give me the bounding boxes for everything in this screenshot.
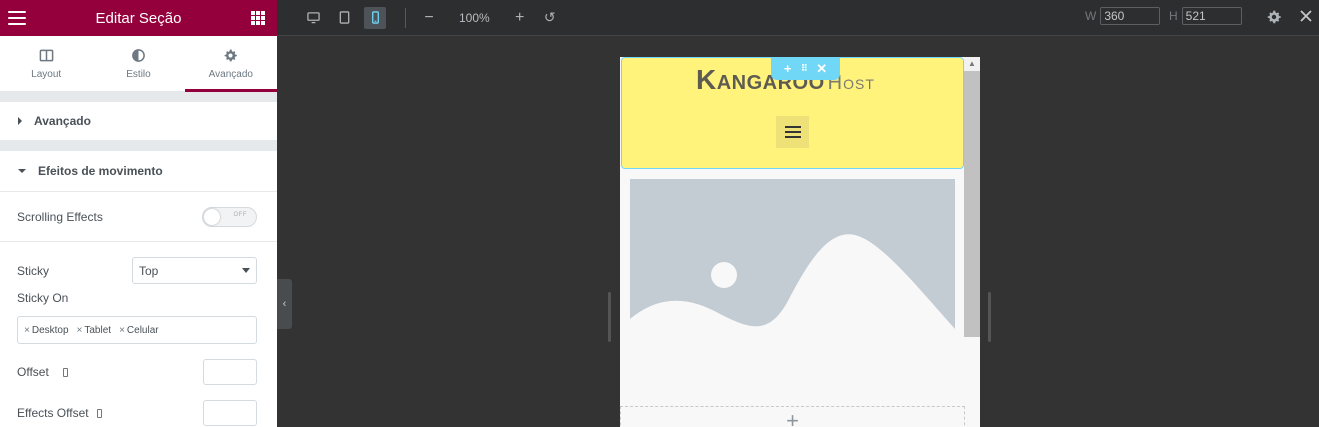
delete-section-icon[interactable]: ✕ [816, 61, 827, 77]
reset-zoom-icon[interactable]: ↺ [542, 9, 558, 26]
gear-icon [224, 48, 238, 61]
tab-layout[interactable]: Layout [0, 36, 92, 91]
height-field: H 521 [1169, 7, 1242, 25]
toolbar-divider [405, 7, 406, 28]
sticky-on-multiselect[interactable]: × Desktop × Tablet × Celular [17, 316, 257, 344]
chevron-down-icon [242, 268, 250, 273]
scrolling-effects-toggle[interactable]: OFF [202, 206, 257, 227]
top-bar: − 100% + ↺ W 360 H 521 [277, 0, 1319, 36]
effects-offset-input[interactable] [203, 400, 257, 426]
hamburger-line [784, 126, 801, 128]
section-advanced[interactable]: Avançado [0, 102, 277, 140]
tab-layout-label: Layout [31, 68, 62, 80]
height-label: H [1169, 9, 1178, 23]
add-section-area[interactable]: + [620, 406, 965, 427]
hamburger-line [784, 136, 801, 138]
zoom-out-icon[interactable]: − [421, 9, 437, 27]
offset-input[interactable] [203, 359, 257, 385]
nav-menu-toggle[interactable] [776, 116, 809, 148]
height-input[interactable]: 521 [1181, 7, 1242, 25]
widgets-grid-icon[interactable] [250, 11, 265, 25]
sticky-value: Top [139, 263, 159, 278]
resize-handle-right[interactable] [988, 292, 991, 342]
panel-tabs: Layout Estilo Avançado [0, 36, 277, 92]
panel-title: Editar Seção [95, 9, 182, 27]
section-motion-label: Efeitos de movimento [38, 164, 163, 178]
tab-style[interactable]: Estilo [92, 36, 184, 91]
effects-offset-label: Effects Offset [17, 406, 89, 420]
panel-header: Editar Seção [0, 0, 277, 36]
toggle-state: OFF [233, 211, 247, 218]
tab-advanced[interactable]: Avançado [184, 36, 277, 92]
image-placeholder-icon [630, 234, 955, 369]
chevron-left-icon: ‹ [282, 298, 287, 310]
width-label: W [1085, 9, 1097, 23]
hamburger-line [784, 131, 801, 133]
offset-label: Offset [17, 365, 49, 379]
scrolling-effects-label: Scrolling Effects [17, 209, 103, 224]
remove-icon[interactable]: × [77, 325, 83, 336]
mobile-device-icon [96, 409, 102, 418]
sticky-select[interactable]: Top [132, 257, 257, 284]
tab-style-label: Estilo [126, 68, 151, 80]
effects-offset-control: Effects Offset [0, 400, 277, 426]
image-placeholder[interactable] [630, 179, 955, 369]
chip-mobile[interactable]: × Celular [119, 325, 159, 336]
sticky-on-label: Sticky On [17, 291, 69, 305]
editor-panel: Editar Seção Layout Estilo Avançado Avan… [0, 0, 277, 427]
desktop-icon [306, 12, 320, 24]
remove-icon[interactable]: × [119, 325, 125, 336]
tab-advanced-label: Avançado [208, 68, 253, 80]
chip-label: Desktop [31, 324, 69, 336]
columns-icon [39, 49, 53, 61]
device-mobile-button[interactable] [364, 6, 386, 29]
zoom-level: 100% [459, 10, 490, 25]
section-advanced-label: Avançado [34, 114, 91, 128]
width-input[interactable]: 360 [1100, 7, 1161, 25]
sticky-label: Sticky [17, 263, 50, 278]
scrolling-effects-control: Scrolling Effects OFF [0, 192, 277, 241]
remove-icon[interactable]: × [24, 325, 30, 336]
panel-collapse-handle[interactable]: ‹ [277, 279, 292, 329]
preview-scrollbar[interactable]: ▲ [964, 57, 980, 337]
chip-desktop[interactable]: × Desktop [24, 325, 69, 336]
zoom-in-icon[interactable]: + [512, 9, 528, 27]
chip-label: Tablet [84, 324, 112, 336]
resize-handle-left[interactable] [608, 292, 611, 342]
close-icon[interactable] [1299, 9, 1313, 23]
width-field: W 360 [1085, 7, 1161, 25]
caret-right-icon [18, 117, 22, 125]
sticky-on-control: Sticky On [0, 291, 277, 311]
settings-gear-icon[interactable] [1266, 9, 1282, 25]
add-section-icon[interactable]: + [784, 61, 792, 76]
device-desktop-button[interactable] [302, 7, 324, 29]
section-handle: + ⠿ ✕ [771, 57, 840, 80]
device-tablet-button[interactable] [333, 7, 355, 29]
chip-tablet[interactable]: × Tablet [77, 325, 112, 336]
offset-control: Offset [0, 344, 277, 400]
scroll-up-icon[interactable]: ▲ [964, 57, 980, 71]
chip-label: Celular [126, 324, 159, 336]
half-circle-icon [132, 48, 145, 62]
mobile-device-icon [62, 368, 68, 377]
plus-icon[interactable]: + [786, 407, 799, 427]
tablet-icon [339, 11, 349, 24]
hamburger-menu-icon[interactable] [8, 11, 26, 25]
toggle-knob [204, 208, 220, 225]
section-motion-effects[interactable]: Efeitos de movimento [0, 151, 277, 191]
drag-handle-icon[interactable]: ⠿ [801, 63, 808, 74]
mobile-icon [371, 11, 379, 24]
caret-down-icon [18, 169, 26, 173]
